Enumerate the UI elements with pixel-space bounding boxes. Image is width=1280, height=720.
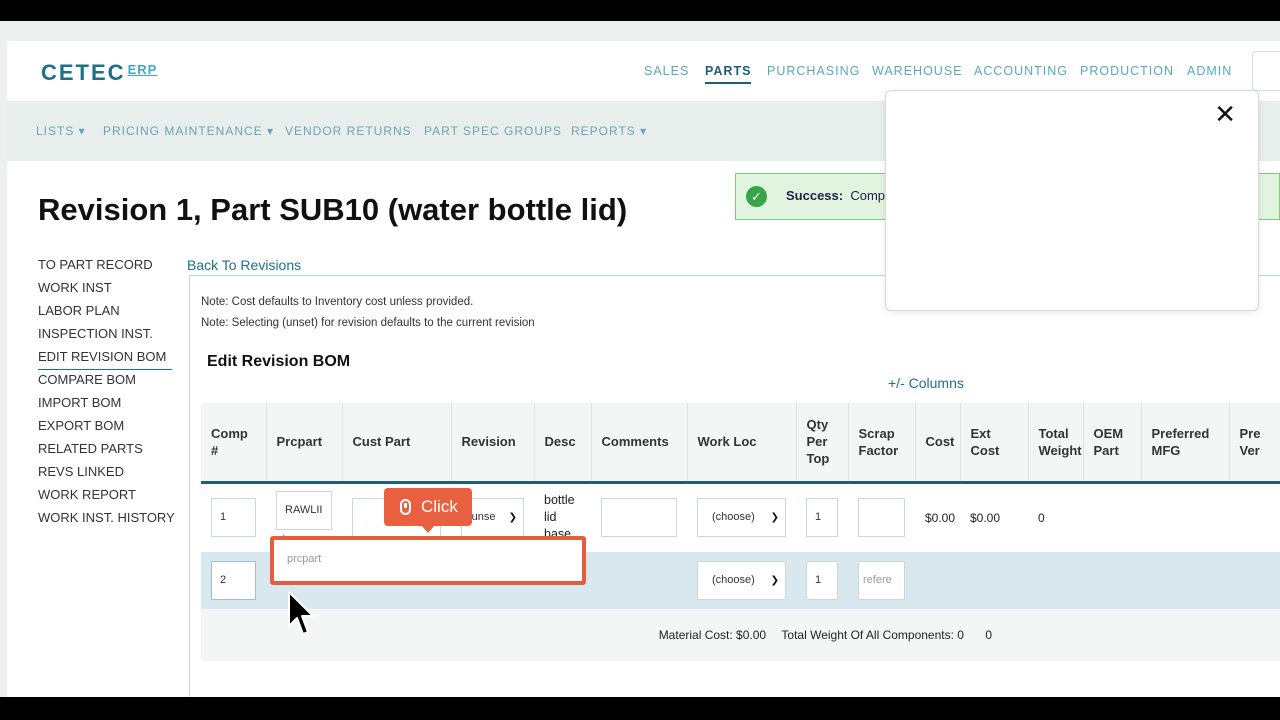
subnav-vendor-returns[interactable]: VENDOR RETURNS (285, 124, 412, 138)
sidebar-item-revs-linked[interactable]: REVS LINKED (38, 464, 172, 487)
sidebar: TO PART RECORD WORK INST LABOR PLAN INSP… (38, 257, 175, 533)
sidebar-item-inspection-inst[interactable]: INSPECTION INST. (38, 326, 172, 349)
chevron-down-icon: ❯ (770, 512, 779, 524)
scrap-factor-input[interactable] (858, 498, 905, 538)
nav-production[interactable]: PRODUCTION (1080, 64, 1174, 78)
success-label: Success: (786, 188, 844, 203)
sidebar-item-compare-bom[interactable]: COMPARE BOM (38, 372, 172, 395)
nav-accounting[interactable]: ACCOUNTING (974, 64, 1068, 78)
col-header-ext-cost[interactable]: Ext Cost (960, 403, 1029, 484)
col-header-desc[interactable]: Desc (534, 403, 592, 484)
columns-toggle-link[interactable]: +/- Columns (888, 375, 964, 391)
col-header-pre-ver[interactable]: Pre Ver (1229, 403, 1280, 484)
bom-panel: Note: Cost defaults to Inventory cost un… (189, 275, 1280, 697)
work-loc-select[interactable]: (choose) ❯ (697, 498, 786, 538)
col-header-work-loc[interactable]: Work Loc (687, 403, 797, 484)
col-header-prcpart[interactable]: Prcpart (266, 403, 343, 484)
col-header-total-weight[interactable]: Total Weight (1028, 403, 1084, 484)
chevron-down-icon: ❯ (508, 512, 517, 524)
work-loc-select-value: (choose) (712, 511, 755, 524)
check-circle-icon: ✓ (746, 186, 767, 207)
cost-cell: $0.00 (915, 482, 960, 552)
click-indicator-badge: Click (384, 488, 472, 533)
subnav-reports[interactable]: REPORTS ▾ (571, 124, 647, 138)
sidebar-item-work-inst[interactable]: WORK INST (38, 280, 172, 303)
logo-erp: ERP (127, 62, 158, 77)
note-cost: Note: Cost defaults to Inventory cost un… (201, 296, 474, 308)
chevron-down-icon: ❯ (770, 575, 779, 586)
comments-input[interactable] (601, 498, 677, 538)
material-cost-text: Material Cost: $0.00 (658, 628, 767, 642)
sidebar-item-related-parts[interactable]: RELATED PARTS (38, 441, 172, 464)
col-header-comp[interactable]: Comp # (201, 403, 267, 484)
app-frame: CETEC ERP SALES PARTS PURCHASING WAREHOUS… (0, 21, 1280, 697)
bom-table: Comp # Prcpart Cust Part Revision Desc C… (201, 403, 1280, 661)
sidebar-item-work-inst-history[interactable]: WORK INST. HISTORY (38, 510, 175, 533)
nav-admin[interactable]: ADMIN (1187, 64, 1232, 78)
back-to-revisions-link[interactable]: Back To Revisions (187, 257, 301, 273)
col-header-preferred-mfg[interactable]: Preferred MFG (1141, 403, 1230, 484)
prcpart-search-input[interactable]: prcpart (270, 536, 586, 585)
sidebar-item-work-report[interactable]: WORK REPORT (38, 487, 172, 510)
total-weight-extra: 0 (985, 628, 992, 642)
scrap-factor-input[interactable]: refere (858, 561, 905, 600)
sidebar-item-edit-revision-bom[interactable]: EDIT REVISION BOM (38, 349, 172, 370)
col-header-oem-part[interactable]: OEM Part (1083, 403, 1142, 484)
sidebar-item-export-bom[interactable]: EXPORT BOM (38, 418, 172, 441)
col-header-cost[interactable]: Cost (915, 403, 961, 484)
work-loc-select[interactable]: (choose) ❯ (697, 561, 786, 600)
modal-dialog: ✕ (885, 90, 1259, 311)
subnav-lists[interactable]: LISTS ▾ (36, 124, 86, 138)
work-loc-select-value: (choose) (712, 574, 755, 586)
qty-input[interactable]: 1 (806, 561, 838, 600)
note-revision: Note: Selecting (unset) for revision def… (201, 317, 535, 329)
total-weight-text: Total Weight Of All Components: 0 (781, 628, 964, 642)
col-header-revision[interactable]: Revision (451, 403, 535, 484)
ext-cost-cell: $0.00 (960, 482, 1028, 552)
col-header-qty-per-top[interactable]: Qty Per Top (796, 403, 849, 484)
qty-input[interactable]: 1 (806, 498, 838, 538)
mouse-pointer-icon (288, 591, 314, 635)
prcpart-placeholder: prcpart (287, 553, 322, 565)
click-label: Click (421, 497, 458, 516)
comp-input[interactable]: 1 (211, 498, 256, 538)
cetec-logo[interactable]: CETEC ERP (41, 60, 157, 86)
page-title: Revision 1, Part SUB10 (water bottle lid… (38, 192, 628, 227)
revision-select-value: (unse (468, 511, 496, 524)
table-header-row: Comp # Prcpart Cust Part Revision Desc C… (201, 403, 1280, 484)
sidebar-item-labor-plan[interactable]: LABOR PLAN (38, 303, 172, 326)
pre-ver-cell (1229, 482, 1280, 552)
oem-part-cell (1083, 482, 1141, 552)
sidebar-item-to-part-record[interactable]: TO PART RECORD (38, 257, 172, 280)
col-header-comments[interactable]: Comments (591, 403, 688, 484)
prcpart-input[interactable]: RAWLII (276, 490, 332, 530)
nav-sales[interactable]: SALES (644, 64, 689, 78)
table-footer-row: Material Cost: $0.00 Total Weight Of All… (201, 609, 1280, 661)
col-header-scrap-factor[interactable]: Scrap Factor (848, 403, 916, 484)
bom-title: Edit Revision BOM (207, 353, 351, 370)
comp-input[interactable]: 2 (211, 561, 256, 600)
nav-parts[interactable]: PARTS (705, 64, 752, 84)
close-icon[interactable]: ✕ (1214, 101, 1236, 127)
sidebar-item-import-bom[interactable]: IMPORT BOM (38, 395, 172, 418)
nav-warehouse[interactable]: WAREHOUSE (872, 64, 963, 78)
user-menu-button[interactable] (1252, 51, 1280, 91)
subnav-pricing-maintenance[interactable]: PRICING MAINTENANCE ▾ (103, 124, 274, 138)
col-header-cust-part[interactable]: Cust Part (342, 403, 452, 484)
total-weight-cell: 0 (1028, 482, 1083, 552)
subnav-part-spec-groups[interactable]: PART SPEC GROUPS (424, 124, 562, 138)
preferred-mfg-cell (1141, 482, 1229, 552)
mouse-icon (400, 499, 411, 515)
logo-text: CETEC (41, 60, 126, 85)
nav-purchasing[interactable]: PURCHASING (767, 64, 860, 78)
